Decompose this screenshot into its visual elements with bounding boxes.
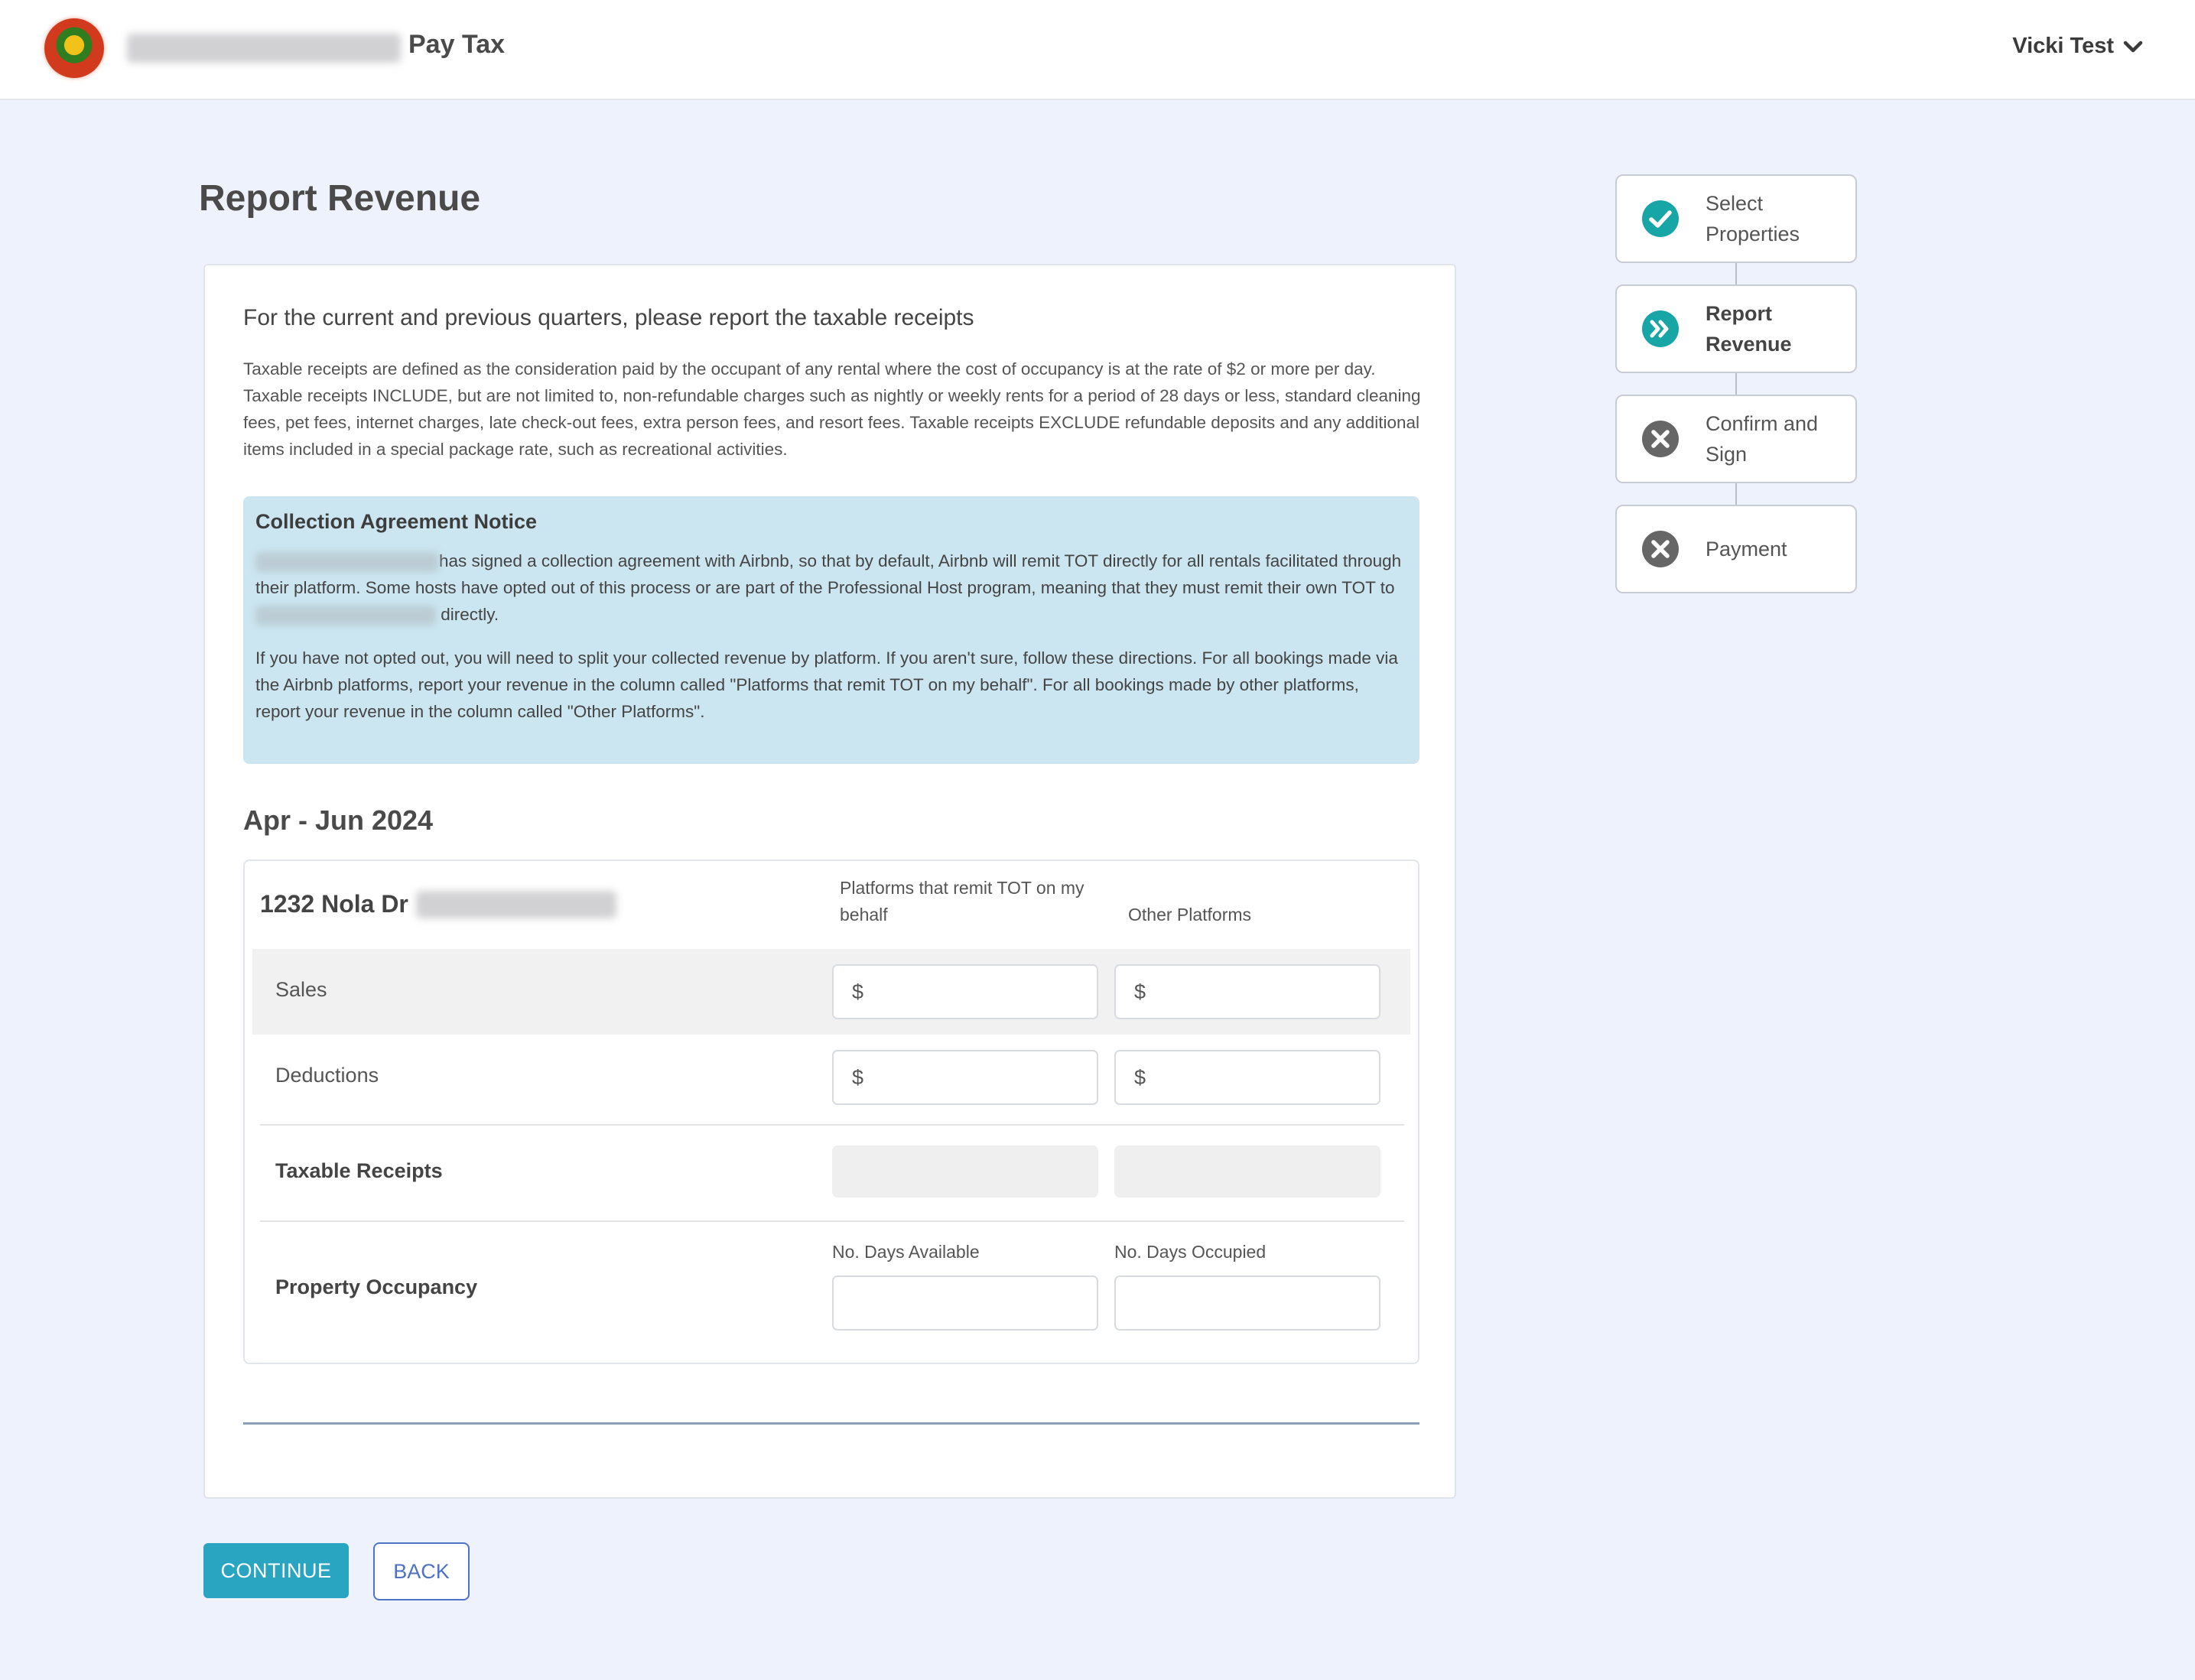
- step-connector: [1735, 373, 1737, 396]
- user-name: Vicki Test: [2012, 34, 2114, 58]
- double-chevron-circle-icon: [1642, 310, 1679, 347]
- step-report-revenue[interactable]: Report Revenue: [1615, 284, 1857, 373]
- intro-text: Taxable receipts are defined as the cons…: [243, 359, 1421, 459]
- user-menu[interactable]: Vicki Test: [2012, 34, 2143, 59]
- report-revenue-card: For the current and previous quarters, p…: [203, 264, 1456, 1499]
- property-revenue-form: 1232 Nola Dr Platforms that remit TOT on…: [243, 859, 1419, 1364]
- x-circle-icon: [1642, 421, 1679, 457]
- deductions-platforms-input[interactable]: $: [832, 1050, 1098, 1105]
- currency-symbol: $: [1134, 1065, 1146, 1089]
- quarter-heading: Apr - Jun 2024: [243, 804, 434, 836]
- sales-other-input[interactable]: $: [1114, 964, 1380, 1019]
- step-confirm-and-sign[interactable]: Confirm and Sign: [1615, 395, 1857, 483]
- taxable-receipts-other-value: [1114, 1145, 1380, 1197]
- step-select-properties[interactable]: Select Properties: [1615, 174, 1857, 263]
- step-connector: [1735, 483, 1737, 506]
- check-circle-icon: [1642, 200, 1679, 237]
- days-available-input[interactable]: [832, 1275, 1098, 1331]
- taxable-receipts-row: Taxable Receipts: [252, 1126, 1410, 1220]
- property-occupancy-row: Property Occupancy No. Days Available No…: [252, 1222, 1410, 1360]
- step-connector: [1735, 263, 1737, 286]
- app-title: Pay Tax: [408, 30, 506, 59]
- step-label: Confirm and Sign: [1706, 412, 1819, 466]
- page-title: Report Revenue: [199, 178, 481, 219]
- column-header-platforms: Platforms that remit TOT on my behalf: [840, 878, 1084, 924]
- continue-button[interactable]: CONTINUE: [203, 1543, 349, 1598]
- currency-symbol: $: [1134, 980, 1146, 1003]
- intro-heading: For the current and previous quarters, p…: [243, 305, 974, 330]
- deductions-label: Deductions: [275, 1064, 379, 1087]
- top-navbar: Pay Tax Vicki Test: [0, 0, 2195, 100]
- jurisdiction-name-redacted: [255, 552, 439, 573]
- sales-label: Sales: [275, 978, 327, 1001]
- deductions-other-input[interactable]: $: [1114, 1050, 1380, 1105]
- organization-name-redacted: [127, 34, 401, 63]
- taxable-receipts-label: Taxable Receipts: [275, 1159, 443, 1182]
- x-circle-icon: [1642, 531, 1679, 567]
- property-name: 1232 Nola Dr: [260, 890, 616, 918]
- step-label: Payment: [1706, 538, 1787, 561]
- column-header-other-platforms: Other Platforms: [1128, 905, 1252, 924]
- deductions-row: Deductions $ $: [252, 1035, 1410, 1120]
- days-occupied-label: No. Days Occupied: [1114, 1242, 1267, 1262]
- card-divider: [243, 1422, 1419, 1425]
- taxable-receipts-platforms-value: [832, 1145, 1098, 1197]
- property-occupancy-label: Property Occupancy: [275, 1275, 478, 1298]
- sales-row: Sales $ $: [252, 949, 1410, 1035]
- step-label: Report Revenue: [1706, 302, 1792, 356]
- property-id-redacted: [415, 890, 616, 918]
- notice-title: Collection Agreement Notice: [255, 510, 538, 533]
- organization-logo[interactable]: [44, 18, 104, 78]
- notice-paragraph-2: If you have not opted out, you will need…: [255, 648, 1398, 721]
- days-available-label: No. Days Available: [832, 1242, 980, 1262]
- step-label: Select Properties: [1706, 192, 1800, 245]
- days-occupied-input[interactable]: [1114, 1275, 1380, 1331]
- back-button[interactable]: BACK: [373, 1542, 470, 1600]
- step-payment[interactable]: Payment: [1615, 505, 1857, 593]
- property-address: 1232 Nola Dr: [260, 890, 408, 918]
- collection-agreement-notice: Collection Agreement Notice has signed a…: [243, 496, 1419, 764]
- notice-paragraph-1-end: directly.: [441, 605, 499, 624]
- notice-paragraph-1: has signed a collection agreement with A…: [255, 548, 1407, 628]
- chevron-down-icon: [2123, 41, 2143, 52]
- currency-symbol: $: [852, 980, 864, 1003]
- currency-symbol: $: [852, 1065, 864, 1089]
- sales-platforms-input[interactable]: $: [832, 964, 1098, 1019]
- jurisdiction-name-redacted: [255, 606, 436, 626]
